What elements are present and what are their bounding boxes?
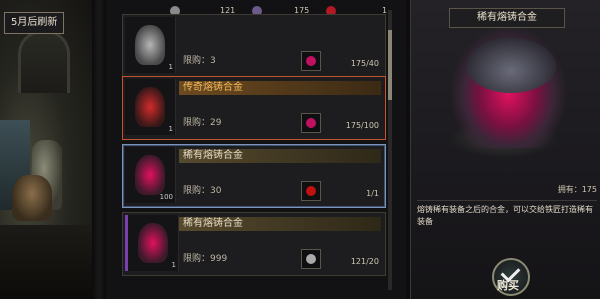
item-count: 1 xyxy=(168,63,173,71)
purchase-limit: 限购：3 xyxy=(183,56,216,66)
refresh-timer-tag: 5月后刷新 xyxy=(4,12,65,34)
item-name: 稀有熔铸合金 xyxy=(179,149,381,163)
item-name: 传奇熔铸合金 xyxy=(179,81,381,95)
stock-count: 1/1 xyxy=(366,189,379,198)
item-name xyxy=(179,19,381,33)
item-thumbnail: 100 xyxy=(125,147,176,203)
item-count: 1 xyxy=(171,261,176,269)
item-art xyxy=(138,223,168,263)
stock-count: 175/40 xyxy=(350,59,379,68)
item-detail-panel: 稀有熔铸合金 拥有：175 熔铸稀有装备之后的合金，可以交给铁匠打造稀有装备 xyxy=(410,0,600,299)
item-description: 熔铸稀有装备之后的合金，可以交给铁匠打造稀有装备 xyxy=(417,200,597,228)
shop-item-row[interactable]: 1 稀有熔铸合金 限购：999 121/20 xyxy=(122,212,386,276)
shop-item-row[interactable]: 100 稀有熔铸合金 限购：30 1/1 xyxy=(122,144,386,208)
art-shade xyxy=(466,38,556,93)
scrollbar-thumb[interactable] xyxy=(388,30,392,100)
item-art xyxy=(135,87,165,127)
item-count: 1 xyxy=(168,125,173,133)
cost-icon xyxy=(301,113,321,133)
merchant-creature xyxy=(12,175,52,221)
list-scrollbar[interactable] xyxy=(388,10,392,290)
cost-icon xyxy=(301,181,321,201)
purchase-limit: 限购：29 xyxy=(183,118,222,128)
stock-count: 121/20 xyxy=(350,257,379,266)
item-art xyxy=(135,155,165,195)
stock-count: 175/100 xyxy=(345,121,379,130)
detail-item-art xyxy=(451,28,566,148)
column-divider xyxy=(92,0,106,299)
shop-item-row[interactable]: 1 传奇熔铸合金 限购：29 175/100 xyxy=(122,76,386,140)
owned-count: 拥有：175 xyxy=(557,185,597,194)
item-thumbnail: 1 xyxy=(125,79,176,135)
item-count: 100 xyxy=(159,193,173,201)
purchase-limit: 限购：30 xyxy=(183,186,222,196)
item-thumbnail: 1 xyxy=(125,215,179,271)
shop-item-row[interactable]: 1 限购：3 175/40 xyxy=(122,14,386,78)
purchase-limit: 限购：999 xyxy=(183,254,228,264)
shelf xyxy=(0,225,92,299)
item-thumbnail: 1 xyxy=(125,17,176,73)
cost-icon xyxy=(301,51,321,71)
cost-icon xyxy=(301,249,321,269)
buy-label: 购买 xyxy=(497,279,519,292)
background-scene: 5月后刷新 xyxy=(0,0,92,299)
item-name: 稀有熔铸合金 xyxy=(179,217,381,231)
detail-title: 稀有熔铸合金 xyxy=(449,8,565,28)
item-art xyxy=(135,25,165,65)
stone-arch xyxy=(18,30,70,93)
